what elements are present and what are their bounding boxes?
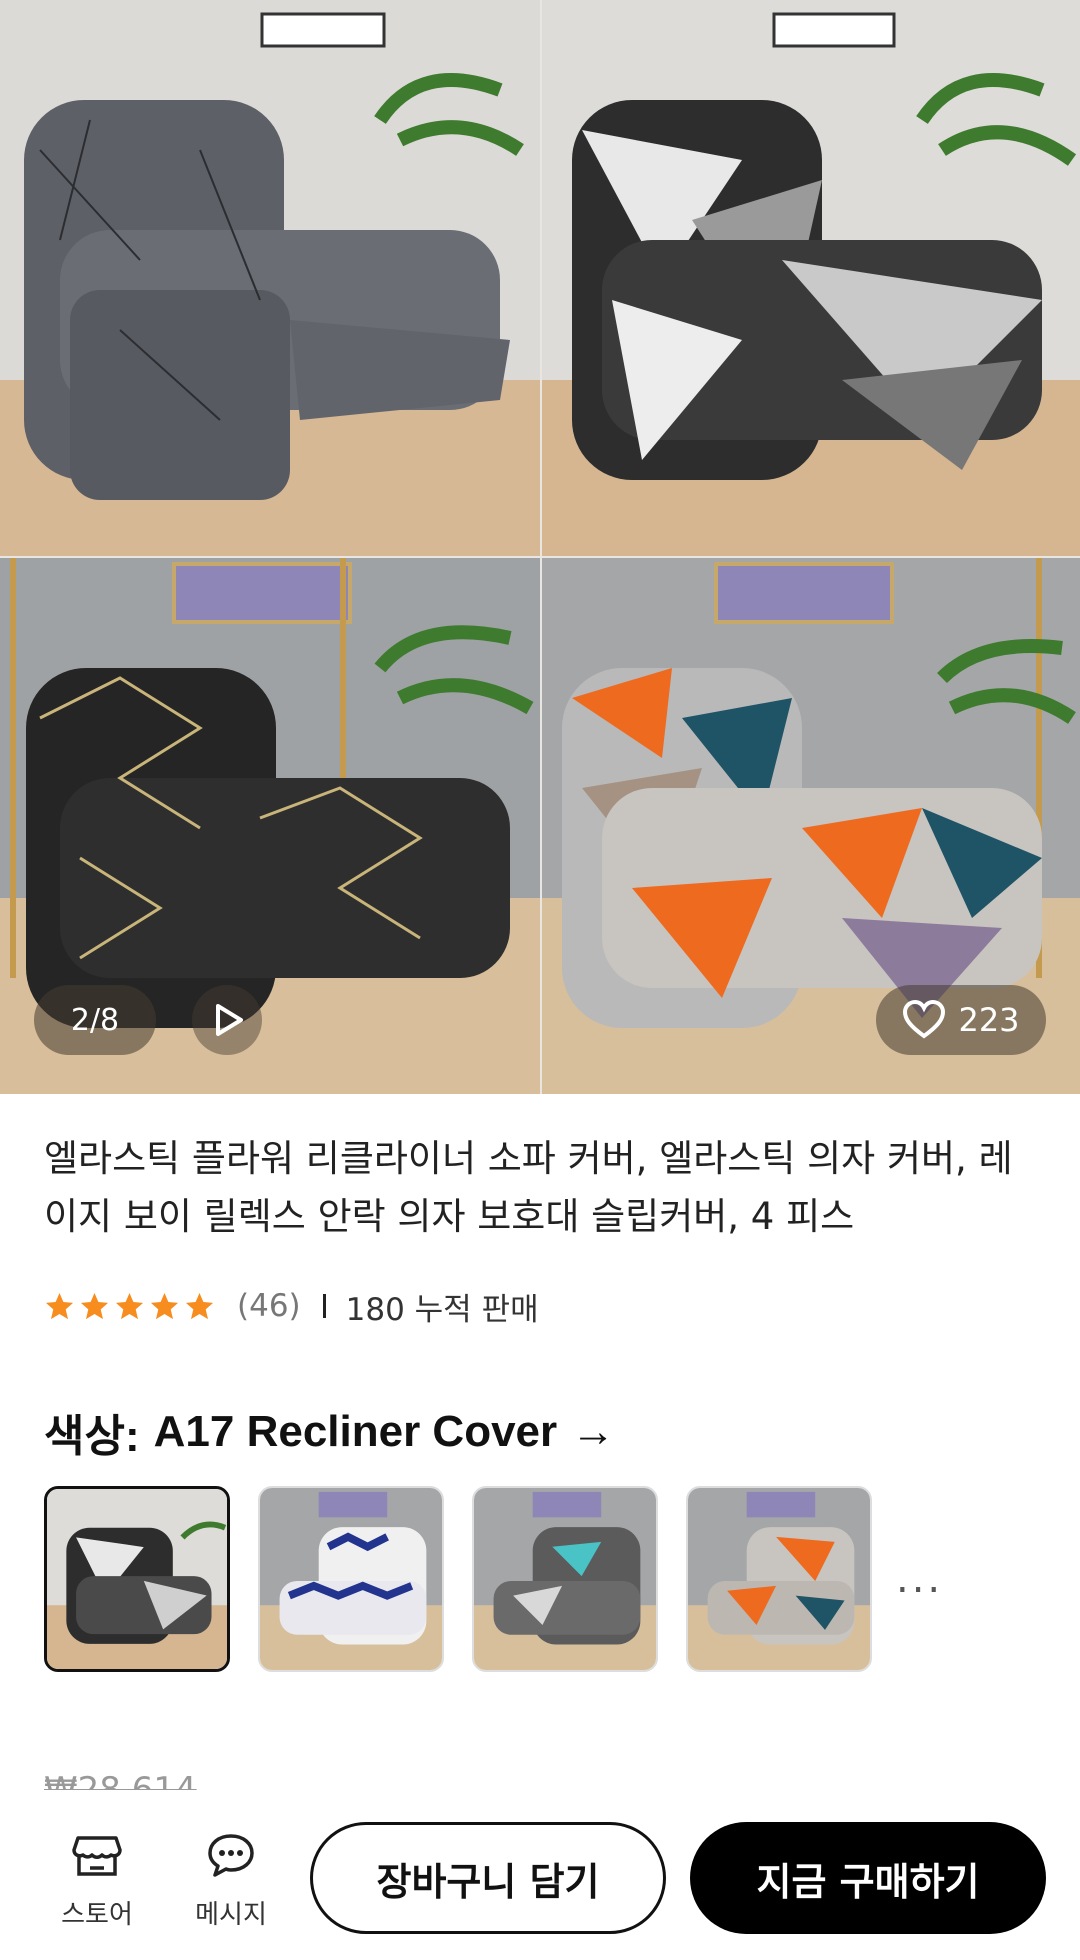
star-rating <box>44 1291 215 1322</box>
store-label: 스토어 <box>61 1900 133 1930</box>
message-button[interactable]: 메시지 <box>176 1828 286 1931</box>
color-selector-label[interactable]: 색상: A17 Recliner Cover → <box>44 1400 615 1464</box>
color-swatch-orange-geometric[interactable] <box>686 1486 872 1672</box>
chat-bubble-icon <box>208 1834 254 1877</box>
add-to-cart-button[interactable]: 장바구니 담기 <box>310 1822 666 1934</box>
star-icon <box>150 1292 179 1319</box>
product-title: 엘라스틱 플라워 리클라이너 소파 커버, 엘라스틱 의자 커버, 레이지 보이… <box>44 1137 1013 1238</box>
play-icon <box>216 1004 243 1036</box>
video-play-button[interactable] <box>192 985 262 1055</box>
like-count: 223 <box>958 1001 1020 1039</box>
heart-icon <box>903 1000 946 1039</box>
store-button[interactable]: 스토어 <box>42 1828 152 1931</box>
sales-count: 180 누적 판매 <box>345 1291 539 1328</box>
divider <box>322 1294 326 1318</box>
buy-now-button[interactable]: 지금 구매하기 <box>690 1822 1046 1934</box>
message-label: 메시지 <box>195 1900 267 1930</box>
more-colors-indicator[interactable]: ... <box>896 1556 943 1602</box>
review-count[interactable]: (46) <box>237 1288 301 1324</box>
star-icon <box>185 1292 214 1319</box>
star-icon <box>80 1292 109 1319</box>
bottom-action-bar: 스토어 메시지 장바구니 담기 지금 구매하기 <box>0 1790 1080 1960</box>
store-icon <box>72 1836 122 1876</box>
color-swatch-teal-gray[interactable] <box>472 1486 658 1672</box>
product-image-gallery[interactable]: 2/8 223 <box>0 0 1080 1094</box>
color-label-prefix: 색상: <box>44 1412 140 1461</box>
wishlist-button[interactable]: 223 <box>876 985 1046 1055</box>
gallery-counter: 2/8 <box>34 985 156 1055</box>
color-swatch-list <box>44 1486 872 1672</box>
star-icon <box>115 1292 144 1319</box>
rating-row[interactable]: (46) 180 누적 판매 <box>44 1284 539 1328</box>
gallery-image-gray-recliner[interactable] <box>0 0 540 556</box>
color-swatch-geometric-gray[interactable] <box>44 1486 230 1672</box>
color-swatch-blue-chevron[interactable] <box>258 1486 444 1672</box>
gallery-image-geometric-recliner[interactable] <box>542 0 1080 556</box>
selected-color-name: A17 Recliner Cover <box>153 1407 558 1456</box>
star-icon <box>45 1292 74 1319</box>
arrow-right-icon: → <box>571 1407 616 1456</box>
